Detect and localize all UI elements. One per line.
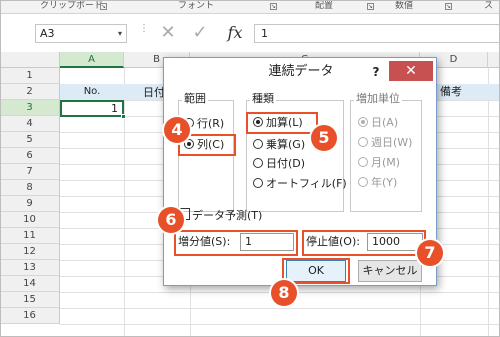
screenshot-frame	[0, 0, 500, 337]
